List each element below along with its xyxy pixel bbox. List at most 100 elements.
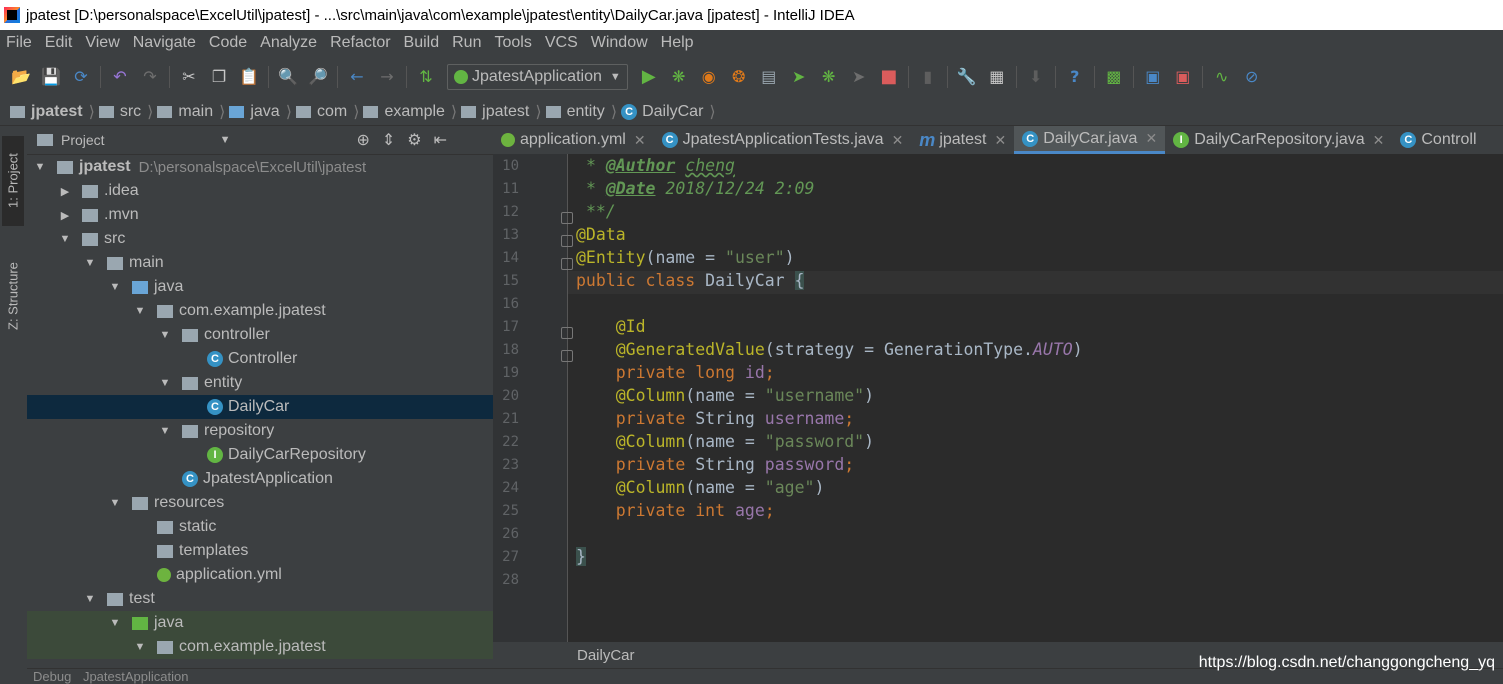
chevron-down-icon[interactable]: ▼	[108, 497, 122, 509]
run-configuration-select[interactable]: JpatestApplication ▼	[447, 64, 628, 90]
breadcrumb-entity[interactable]: entity ⟩	[545, 102, 617, 122]
hide-panel-icon[interactable]: ⇤	[434, 130, 447, 150]
chevron-down-icon[interactable]: ▼	[33, 161, 47, 173]
breadcrumb-java[interactable]: java ⟩	[229, 102, 292, 122]
menu-edit[interactable]: Edit	[39, 34, 80, 52]
breadcrumb-src[interactable]: src ⟩	[98, 102, 153, 122]
menu-build[interactable]: Build	[398, 34, 447, 52]
plugin-icon[interactable]: ▩	[1103, 66, 1125, 88]
jrebel-run-icon[interactable]: ➤	[788, 66, 810, 88]
activity-monitor-icon[interactable]: ∿	[1211, 66, 1233, 88]
tree-item[interactable]: ▼ main	[27, 251, 493, 275]
tree-item[interactable]: ▼ src	[27, 227, 493, 251]
fold-marker-icon[interactable]	[561, 327, 573, 339]
tab-jpatest-application-tests[interactable]: C JpatestApplicationTests.java ✕	[654, 126, 912, 154]
tree-item[interactable]: application.yml	[27, 563, 493, 587]
menu-tools[interactable]: Tools	[488, 34, 538, 52]
tree-item[interactable]: ▶ .idea	[27, 179, 493, 203]
menu-run[interactable]: Run	[446, 34, 488, 52]
attach-icon[interactable]: ➤	[848, 66, 870, 88]
breadcrumb-jpatest-package[interactable]: jpatest ⟩	[461, 102, 542, 122]
debug-tool-tab[interactable]: Debug	[33, 669, 71, 684]
chevron-down-icon[interactable]: ▼	[220, 134, 231, 146]
close-icon[interactable]: ✕	[892, 132, 904, 149]
breadcrumb-dailycar[interactable]: C DailyCar ⟩	[621, 102, 716, 122]
chevron-down-icon[interactable]: ▼	[108, 617, 122, 629]
tree-item[interactable]: ▼ entity	[27, 371, 493, 395]
download-icon[interactable]: ⬇	[1025, 66, 1047, 88]
back-icon[interactable]: ←	[346, 66, 368, 88]
help-icon[interactable]: ?	[1064, 66, 1086, 88]
gear-icon[interactable]: ⚙	[407, 130, 421, 150]
code-editor[interactable]: 10 11 12 13 14 15 16 17 18 19 20 21 22 23 24 25 26 27 28 *…	[493, 154, 1503, 642]
tree-item[interactable]: templates	[27, 539, 493, 563]
tab-jpatest-pom[interactable]: m jpatest ✕	[911, 126, 1014, 154]
project-view-selector[interactable]: Project	[61, 132, 105, 148]
tree-item[interactable]: C Controller	[27, 347, 493, 371]
menu-vcs[interactable]: VCS	[539, 34, 585, 52]
menu-navigate[interactable]: Navigate	[127, 34, 203, 52]
close-icon[interactable]: ✕	[634, 132, 646, 149]
close-icon[interactable]: ✕	[1145, 130, 1157, 147]
debug-icon[interactable]: ❋	[668, 66, 690, 88]
chevron-down-icon[interactable]: ▼	[58, 233, 72, 245]
translate-icon[interactable]: ▣	[1142, 66, 1164, 88]
chevron-down-icon[interactable]: ▼	[158, 377, 172, 389]
menu-window[interactable]: Window	[585, 34, 655, 52]
sync-icon[interactable]: ⟳	[70, 66, 92, 88]
editor-breadcrumb-label[interactable]: DailyCar	[577, 647, 635, 664]
tree-item[interactable]: ▼ controller	[27, 323, 493, 347]
tab-dailycar-java[interactable]: C DailyCar.java ✕	[1014, 126, 1166, 154]
fold-marker-icon[interactable]	[561, 212, 573, 224]
fold-marker-icon[interactable]	[561, 350, 573, 362]
run-icon[interactable]: ▶	[638, 66, 660, 88]
tree-item[interactable]: ▼ test	[27, 587, 493, 611]
locate-file-icon[interactable]: ⊕	[356, 130, 369, 150]
replace-icon[interactable]: 🔎	[307, 66, 329, 88]
menu-refactor[interactable]: Refactor	[324, 34, 397, 52]
tree-item[interactable]: ▼ com.example.jpatest	[27, 635, 493, 659]
tree-item[interactable]: ▼ resources	[27, 491, 493, 515]
tree-item[interactable]: ▼ repository	[27, 419, 493, 443]
menu-analyze[interactable]: Analyze	[254, 34, 324, 52]
structure-tool-tab[interactable]: Z: Structure	[2, 246, 24, 346]
build-icon[interactable]: ⇅	[415, 66, 437, 88]
settings-wrench-icon[interactable]: 🔧	[956, 66, 978, 88]
translate-replace-icon[interactable]: ▣	[1172, 66, 1194, 88]
menu-file[interactable]: File	[0, 34, 39, 52]
close-icon[interactable]: ✕	[994, 132, 1006, 149]
concurrency-icon[interactable]: ▤	[758, 66, 780, 88]
chevron-right-icon[interactable]: ▶	[58, 209, 72, 222]
project-structure-disabled-icon[interactable]: ▮	[917, 66, 939, 88]
project-structure-icon[interactable]: ▦	[986, 66, 1008, 88]
breadcrumb-example[interactable]: example ⟩	[363, 102, 457, 122]
menu-help[interactable]: Help	[655, 34, 701, 52]
undo-icon[interactable]: ↶	[109, 66, 131, 88]
tree-item[interactable]: ▼ java	[27, 611, 493, 635]
tab-application-yml[interactable]: application.yml ✕	[493, 126, 654, 154]
breadcrumb-jpatest[interactable]: jpatest ⟩	[10, 102, 95, 122]
breadcrumb-main[interactable]: main ⟩	[157, 102, 225, 122]
chevron-right-icon[interactable]: ▶	[58, 185, 72, 198]
chevron-down-icon[interactable]: ▼	[83, 593, 97, 605]
close-icon[interactable]: ✕	[1373, 132, 1385, 149]
cut-icon[interactable]: ✂	[178, 66, 200, 88]
tree-item[interactable]: ▼ com.example.jpatest	[27, 299, 493, 323]
breadcrumb-com[interactable]: com ⟩	[295, 102, 359, 122]
copy-icon[interactable]: ❐	[208, 66, 230, 88]
find-icon[interactable]: 🔍	[277, 66, 299, 88]
power-save-icon[interactable]: ⊘	[1241, 66, 1263, 88]
debug-config-tab[interactable]: JpatestApplication	[83, 669, 189, 684]
run-coverage-icon[interactable]: ◉	[698, 66, 720, 88]
tree-item[interactable]: ▼ java	[27, 275, 493, 299]
project-tool-tab[interactable]: 1: Project	[2, 136, 24, 226]
fold-marker-icon[interactable]	[561, 258, 573, 270]
fold-marker-icon[interactable]	[561, 235, 573, 247]
tree-item[interactable]: ▶ .mvn	[27, 203, 493, 227]
tree-item[interactable]: I DailyCarRepository	[27, 443, 493, 467]
chevron-down-icon[interactable]: ▼	[158, 425, 172, 437]
tab-controller[interactable]: C Controll	[1392, 126, 1484, 154]
chevron-down-icon[interactable]: ▼	[83, 257, 97, 269]
jrebel-debug-icon[interactable]: ❋	[818, 66, 840, 88]
collapse-all-icon[interactable]: ⇕	[382, 130, 395, 150]
